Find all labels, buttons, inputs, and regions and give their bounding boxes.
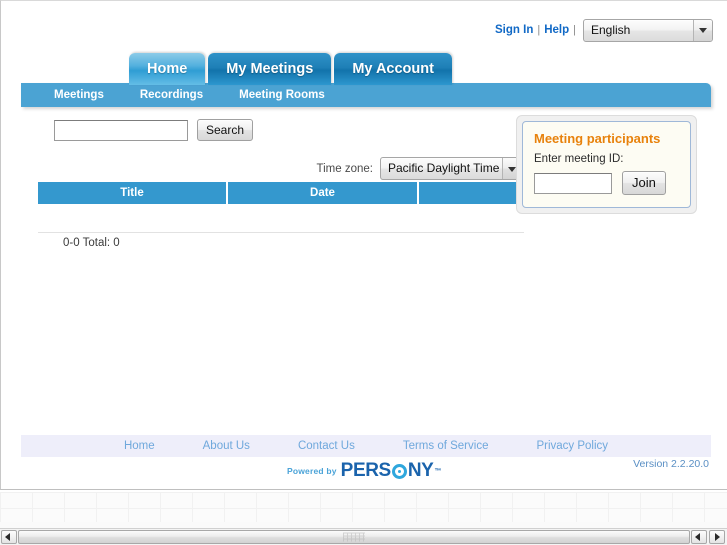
footer-link-privacy-policy[interactable]: Privacy Policy	[536, 440, 608, 452]
browser-viewport: Sign In | Help | English Home My Meeting…	[0, 0, 727, 490]
scroll-left-arrow-icon[interactable]	[1, 530, 17, 544]
search-input[interactable]	[54, 119, 188, 141]
scrollbar-thumb[interactable]	[18, 530, 690, 544]
version-label: Version 2.2.20.0	[633, 458, 709, 470]
brand-text-pers: PERS	[340, 460, 392, 481]
brand-wordmark: PERS NY ™	[340, 460, 442, 482]
sign-in-link[interactable]: Sign In	[495, 24, 533, 36]
subnav-item-meetings[interactable]: Meetings	[54, 89, 104, 101]
meeting-id-input[interactable]	[534, 172, 612, 194]
scrollbar-grip-icon	[343, 532, 365, 542]
column-header-date[interactable]: Date	[228, 182, 419, 204]
join-button[interactable]: Join	[622, 171, 666, 195]
column-header-action	[419, 182, 524, 204]
timezone-row: Time zone: Pacific Daylight Time	[317, 157, 522, 180]
meeting-id-label: Enter meeting ID:	[534, 153, 624, 165]
primary-tabs: Home My Meetings My Account	[129, 52, 455, 85]
chevron-down-icon	[693, 19, 712, 41]
persony-circle-icon	[391, 463, 407, 479]
timezone-label: Time zone:	[316, 162, 373, 175]
meetings-table: Title Date	[38, 182, 524, 204]
powered-by-label: Powered by	[286, 466, 337, 476]
help-link[interactable]: Help	[544, 24, 569, 36]
timezone-select-value: Pacific Daylight Time	[388, 161, 500, 175]
scrollbar-track[interactable]	[18, 530, 690, 544]
meeting-participants-inner: Meeting participants Enter meeting ID: J…	[522, 121, 691, 208]
result-count: 0-0 Total: 0	[63, 237, 120, 249]
column-header-title[interactable]: Title	[38, 182, 228, 204]
table-header-row: Title Date	[38, 182, 524, 204]
table-divider	[38, 232, 524, 233]
main-content: Search Time zone: Pacific Daylight Time …	[22, 107, 711, 429]
scroll-left-arrow-secondary-icon[interactable]	[691, 530, 707, 544]
utility-bar: Sign In | Help | English	[495, 18, 713, 42]
footer-link-about-us[interactable]: About Us	[203, 440, 250, 452]
subnav-item-recordings[interactable]: Recordings	[140, 89, 203, 101]
background-grid	[0, 492, 727, 522]
footer-link-home[interactable]: Home	[124, 440, 155, 452]
search-row: Search	[54, 119, 254, 141]
trademark-symbol: ™	[434, 467, 442, 475]
sub-navigation-bar: Meetings Recordings Meeting Rooms	[21, 83, 711, 107]
footer-links: Home About Us Contact Us Terms of Servic…	[21, 435, 711, 457]
language-select[interactable]: English	[583, 18, 713, 42]
meeting-participants-title: Meeting participants	[534, 131, 661, 146]
tab-my-meetings[interactable]: My Meetings	[208, 53, 332, 85]
timezone-select[interactable]: Pacific Daylight Time	[380, 157, 522, 180]
scroll-right-arrow-icon[interactable]	[709, 530, 725, 544]
footer-link-contact-us[interactable]: Contact Us	[298, 440, 355, 452]
utility-separator-2: |	[573, 24, 576, 36]
persony-logo: Powered by PERS NY ™	[1, 460, 727, 482]
tab-my-account[interactable]: My Account	[334, 53, 452, 85]
meeting-participants-panel: Meeting participants Enter meeting ID: J…	[516, 115, 697, 214]
subnav-item-meeting-rooms[interactable]: Meeting Rooms	[239, 89, 325, 101]
utility-separator-1: |	[537, 24, 541, 36]
meeting-id-form: Join	[534, 171, 679, 195]
tab-home[interactable]: Home	[129, 53, 206, 85]
sub-navigation-items: Meetings Recordings Meeting Rooms	[21, 83, 711, 107]
footer-link-terms-of-service[interactable]: Terms of Service	[403, 440, 489, 452]
brand-text-ny: NY	[407, 460, 434, 481]
browser-bottom-chrome	[0, 492, 727, 545]
search-button[interactable]: Search	[197, 119, 254, 141]
horizontal-scrollbar[interactable]	[0, 528, 727, 545]
